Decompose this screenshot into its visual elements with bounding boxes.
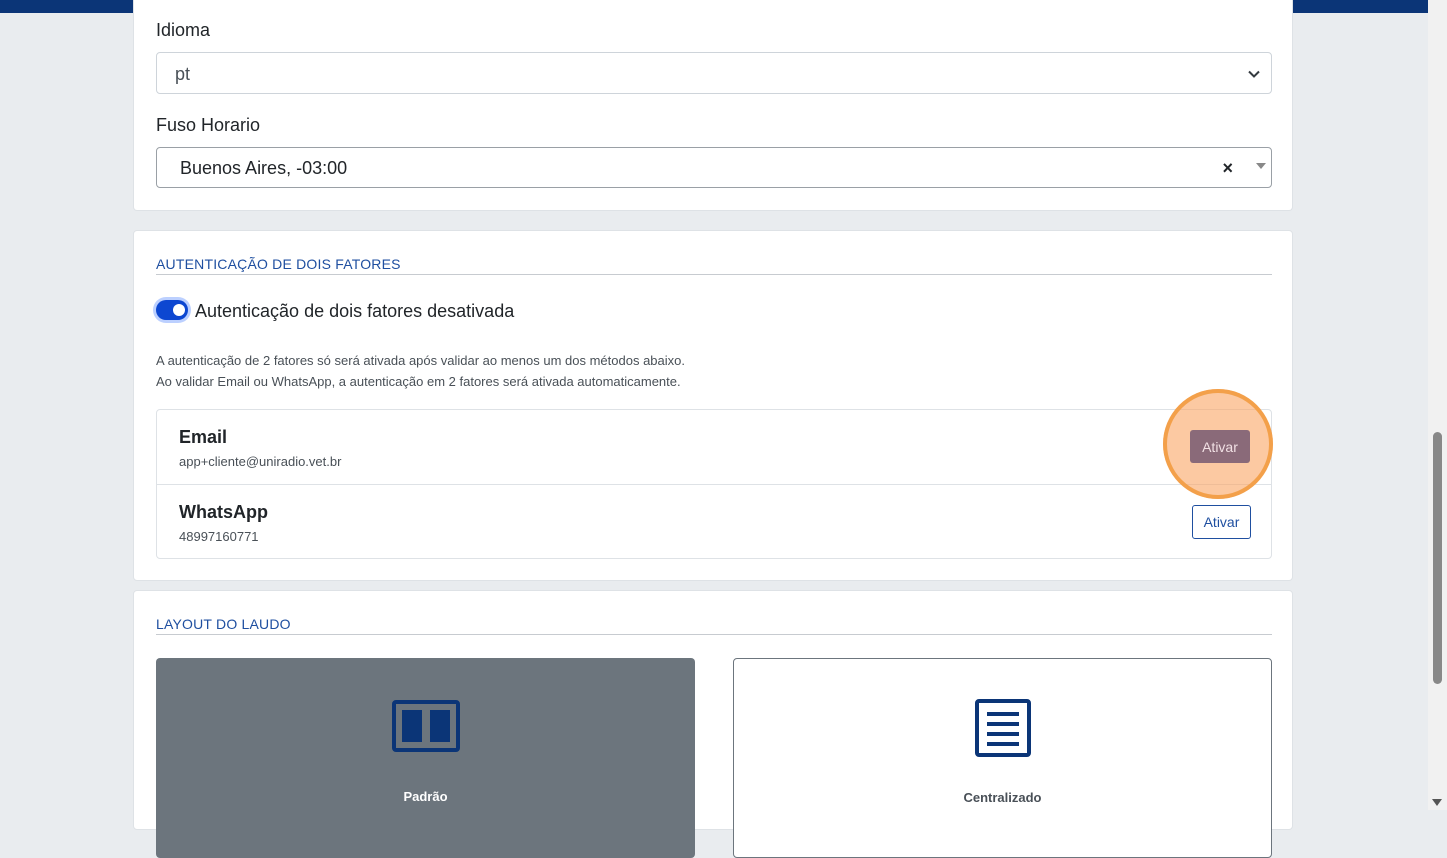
layout-option-centered-label: Centralizado bbox=[963, 790, 1042, 805]
two-factor-toggle[interactable] bbox=[156, 300, 188, 320]
methods-list: Email app+cliente@uniradio.vet.br WhatsA… bbox=[156, 409, 1272, 559]
activate-email-button[interactable]: Ativar bbox=[1190, 430, 1250, 463]
layout-option-standard-label: Padrão bbox=[403, 789, 448, 804]
language-label: Idioma bbox=[156, 20, 211, 40]
page-scrollbar[interactable] bbox=[1428, 0, 1447, 810]
timezone-value: Buenos Aires, -03:00 bbox=[180, 158, 348, 178]
two-factor-toggle-label: Autenticação de dois fatores desativada bbox=[195, 301, 515, 321]
two-factor-section-title: AUTENTICAÇÃO DE DOIS FATORES bbox=[156, 256, 1272, 275]
scroll-down-arrow-icon[interactable] bbox=[1432, 799, 1442, 806]
caret-down-icon[interactable] bbox=[1256, 163, 1266, 169]
layout-option-centered[interactable]: Centralizado bbox=[733, 658, 1272, 858]
timezone-select[interactable]: Buenos Aires, -03:00 × bbox=[156, 147, 1272, 188]
preferences-card: Idioma pt Fuso Horario Buenos Aires, -03… bbox=[133, 0, 1293, 211]
two-factor-card: AUTENTICAÇÃO DE DOIS FATORES Autenticaçã… bbox=[133, 230, 1293, 581]
help-text-line1: A autenticação de 2 fatores só será ativ… bbox=[156, 353, 685, 368]
method-email: Email app+cliente@uniradio.vet.br bbox=[157, 410, 1271, 484]
method-email-title: Email bbox=[179, 427, 228, 447]
activate-whatsapp-button[interactable]: Ativar bbox=[1192, 505, 1251, 539]
timezone-label: Fuso Horario bbox=[156, 115, 261, 135]
report-layout-card: LAYOUT DO LAUDO Padrão Centralizado bbox=[133, 590, 1293, 858]
help-text-line2: Ao validar Email ou WhatsApp, a autentic… bbox=[156, 374, 681, 389]
columns-icon bbox=[391, 700, 460, 752]
method-whatsapp-value: 48997160771 bbox=[179, 529, 259, 544]
chevron-down-icon bbox=[1248, 70, 1260, 78]
layout-section-title: LAYOUT DO LAUDO bbox=[156, 616, 1272, 635]
method-whatsapp: WhatsApp 48997160771 Ativar bbox=[157, 484, 1271, 558]
language-value: pt bbox=[175, 64, 191, 84]
clear-icon[interactable]: × bbox=[1222, 158, 1233, 179]
document-lines-icon bbox=[974, 699, 1031, 757]
scrollbar-thumb[interactable] bbox=[1433, 432, 1442, 684]
layout-option-standard[interactable]: Padrão bbox=[156, 658, 695, 858]
toggle-knob bbox=[173, 304, 185, 316]
language-select[interactable]: pt bbox=[156, 52, 1272, 94]
method-whatsapp-title: WhatsApp bbox=[179, 502, 268, 522]
method-email-value: app+cliente@uniradio.vet.br bbox=[179, 454, 342, 469]
